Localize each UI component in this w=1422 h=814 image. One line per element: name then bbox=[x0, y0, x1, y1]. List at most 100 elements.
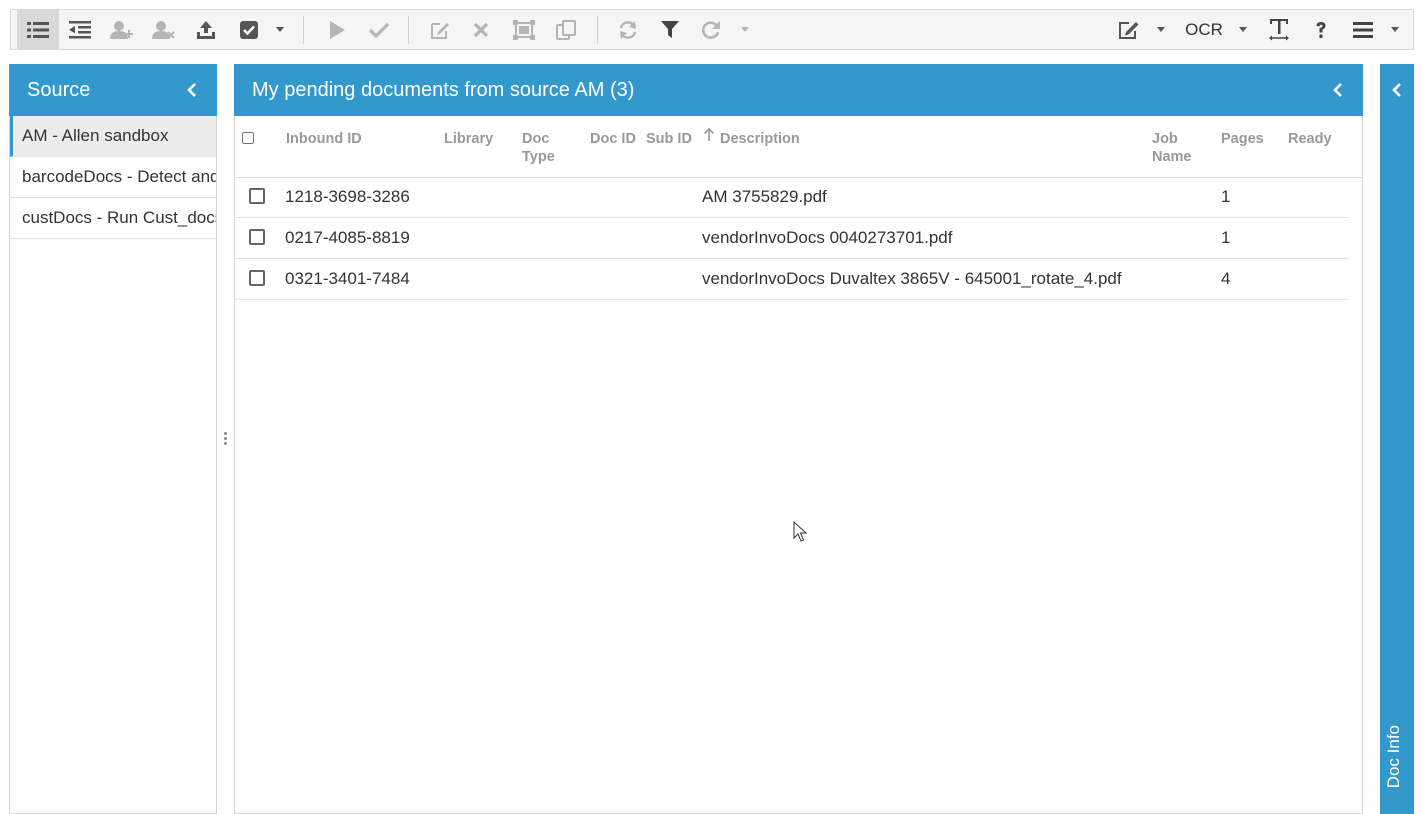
source-item-barcodedocs[interactable]: barcodeDocs - Detect and split bbox=[10, 157, 216, 198]
column-header-library[interactable]: Library bbox=[444, 130, 493, 148]
chevron-left-icon[interactable] bbox=[1333, 82, 1343, 98]
cell-description: vendorInvoDocs 0040273701.pdf bbox=[702, 228, 953, 247]
list-icon bbox=[27, 21, 49, 38]
table-row[interactable]: 1218-3698-3286 AM 3755829.pdf 1 bbox=[235, 177, 1349, 218]
toolbar-divider bbox=[597, 16, 598, 44]
column-header-doc-type-line1: Doc bbox=[522, 131, 550, 147]
copy-button[interactable] bbox=[547, 10, 585, 49]
ocr-button[interactable]: OCR bbox=[1181, 10, 1227, 49]
cell-pages: 4 bbox=[1221, 269, 1231, 288]
table-row[interactable]: 0321-3401-7484 vendorInvoDocs Duvaltex 3… bbox=[235, 259, 1349, 300]
column-header-doc-type[interactable]: Doc Type bbox=[522, 130, 555, 166]
cell-inbound-id: 1218-3698-3286 bbox=[285, 187, 410, 206]
edit-button[interactable] bbox=[421, 10, 459, 49]
assign-user-button[interactable] bbox=[103, 10, 141, 49]
ocr-label: OCR bbox=[1185, 19, 1223, 39]
source-item-label: barcodeDocs - Detect and split bbox=[22, 167, 216, 186]
documents-panel-header: My pending documents from source AM (3) bbox=[234, 64, 1363, 116]
copy-icon bbox=[556, 19, 576, 40]
column-header-doc-type-line2: Type bbox=[522, 149, 555, 165]
column-header-inbound-id[interactable]: Inbound ID bbox=[286, 130, 362, 148]
menu-button[interactable] bbox=[1345, 10, 1381, 49]
outdent-icon bbox=[69, 20, 91, 38]
filter-button[interactable] bbox=[651, 10, 689, 49]
source-item-custdocs[interactable]: custDocs - Run Cust_docs bbox=[10, 198, 216, 239]
doc-info-panel[interactable]: Doc Info bbox=[1380, 64, 1414, 814]
checkbox-checked-icon bbox=[240, 20, 258, 39]
sort-ascending-icon bbox=[703, 128, 715, 141]
column-header-doc-id[interactable]: Doc ID bbox=[590, 130, 636, 148]
hamburger-icon bbox=[1353, 21, 1373, 38]
table-row[interactable]: 0217-4085-8819 vendorInvoDocs 0040273701… bbox=[235, 218, 1349, 259]
refresh-icon bbox=[702, 20, 720, 39]
sync-button[interactable] bbox=[609, 10, 647, 49]
toolbar-divider bbox=[408, 16, 409, 44]
source-panel-header: Source bbox=[9, 64, 217, 116]
chevron-down-icon bbox=[1391, 27, 1399, 32]
annotate-button[interactable] bbox=[1111, 10, 1147, 49]
close-icon bbox=[473, 22, 489, 37]
help-button[interactable] bbox=[1303, 10, 1339, 49]
crop-frame-icon bbox=[513, 19, 535, 40]
chevron-down-icon bbox=[741, 27, 749, 32]
refresh-button[interactable] bbox=[693, 10, 729, 49]
select-dropdown-button[interactable] bbox=[271, 10, 289, 49]
column-header-sub-id[interactable]: Sub ID bbox=[646, 130, 692, 148]
cell-inbound-id: 0217-4085-8819 bbox=[285, 228, 410, 247]
chevron-left-icon[interactable] bbox=[1392, 82, 1402, 98]
select-all-checkbox[interactable] bbox=[242, 132, 254, 144]
documents-panel-title: My pending documents from source AM (3) bbox=[252, 78, 635, 101]
column-header-description[interactable]: Description bbox=[720, 130, 800, 148]
refresh-dropdown-button[interactable] bbox=[737, 10, 753, 49]
source-panel-title: Source bbox=[27, 78, 91, 101]
toolbar: OCR bbox=[10, 9, 1414, 50]
delete-button[interactable] bbox=[463, 10, 499, 49]
column-header-job-name-line2: Name bbox=[1152, 149, 1192, 165]
outdent-button[interactable] bbox=[61, 10, 99, 49]
column-header-job-name-line1: Job bbox=[1152, 131, 1178, 147]
user-remove-icon bbox=[152, 20, 175, 39]
row-checkbox[interactable] bbox=[249, 270, 265, 286]
column-header-pages[interactable]: Pages bbox=[1221, 130, 1264, 148]
run-button[interactable] bbox=[319, 10, 355, 49]
check-icon bbox=[369, 22, 389, 38]
upload-button[interactable] bbox=[187, 10, 225, 49]
mouse-pointer-icon bbox=[793, 521, 808, 542]
source-panel: Source AM - Allen sandbox barcodeDocs - … bbox=[9, 64, 217, 814]
sync-icon bbox=[619, 20, 637, 39]
cell-pages: 1 bbox=[1221, 187, 1231, 206]
documents-panel: My pending documents from source AM (3) … bbox=[234, 64, 1363, 814]
cell-inbound-id: 0321-3401-7484 bbox=[285, 269, 410, 288]
column-header-job-name[interactable]: Job Name bbox=[1152, 130, 1192, 166]
select-checkbox-button[interactable] bbox=[233, 10, 265, 49]
source-item-label: custDocs - Run Cust_docs bbox=[22, 208, 216, 227]
list-view-button[interactable] bbox=[17, 10, 59, 49]
cell-pages: 1 bbox=[1221, 228, 1231, 247]
row-checkbox[interactable] bbox=[249, 229, 265, 245]
toolbar-divider bbox=[303, 16, 304, 44]
approve-button[interactable] bbox=[361, 10, 397, 49]
row-checkbox[interactable] bbox=[249, 188, 265, 204]
chevron-down-icon bbox=[276, 27, 284, 32]
edit-icon bbox=[1119, 21, 1139, 39]
filter-icon bbox=[661, 20, 679, 38]
text-tool-button[interactable] bbox=[1261, 10, 1297, 49]
annotate-dropdown-button[interactable] bbox=[1153, 10, 1169, 49]
source-item-am[interactable]: AM - Allen sandbox bbox=[10, 116, 216, 157]
panel-splitter-handle[interactable] bbox=[224, 432, 227, 447]
cell-description: vendorInvoDocs Duvaltex 3865V - 645001_r… bbox=[702, 269, 1122, 288]
chevron-down-icon bbox=[1239, 27, 1247, 32]
table-header: Inbound ID Library Doc Type Doc ID Sub I… bbox=[235, 117, 1362, 178]
text-width-icon bbox=[1269, 18, 1289, 40]
chevron-down-icon bbox=[1157, 27, 1165, 32]
column-header-ready[interactable]: Ready bbox=[1288, 130, 1332, 148]
user-add-icon bbox=[110, 20, 133, 39]
play-icon bbox=[330, 20, 345, 39]
chevron-left-icon[interactable] bbox=[187, 82, 197, 98]
source-item-label: AM - Allen sandbox bbox=[22, 126, 169, 145]
crop-button[interactable] bbox=[505, 10, 543, 49]
ocr-dropdown-button[interactable] bbox=[1235, 10, 1251, 49]
menu-dropdown-button[interactable] bbox=[1387, 10, 1403, 49]
unassign-user-button[interactable] bbox=[145, 10, 183, 49]
doc-info-label: Doc Info bbox=[1384, 724, 1403, 788]
